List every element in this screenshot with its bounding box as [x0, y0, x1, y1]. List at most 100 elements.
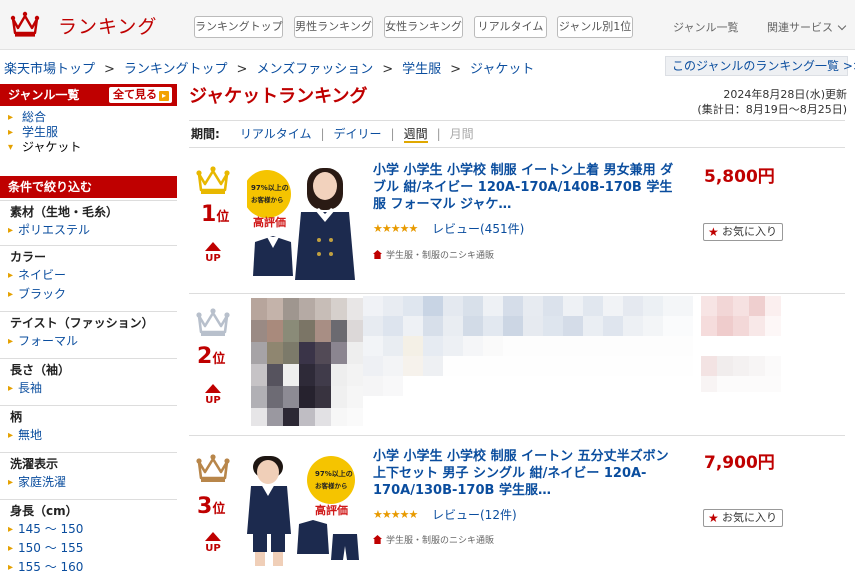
genre-ranking-list-link[interactable]: このジャンルのランキング一覧 >>	[665, 56, 855, 76]
genre-item-school-uniform[interactable]: 学生服	[8, 125, 81, 140]
rank-up-indicator: UP	[203, 532, 223, 554]
period-divider: |	[390, 127, 395, 141]
breadcrumb-rakuten-top[interactable]: 楽天市場トップ	[4, 62, 95, 77]
logo-text[interactable]: ランキング	[58, 12, 157, 39]
shop-house-icon	[373, 250, 382, 259]
trend-label: UP	[205, 543, 221, 554]
trend-label: UP	[205, 395, 221, 406]
breadcrumb-jacket[interactable]: ジャケット	[470, 62, 534, 77]
crown-logo-icon[interactable]	[10, 9, 40, 39]
period-divider: |	[436, 127, 441, 141]
site-header: ランキング ランキングトップ 男性ランキング 女性ランキング リアルタイム ジャ…	[0, 0, 855, 50]
silver-crown-icon	[196, 308, 230, 336]
related-services-label: 関連サービス	[767, 21, 833, 34]
rank-value: 1	[201, 202, 217, 227]
filter-option[interactable]: 無地	[0, 426, 177, 445]
badge-line-2: お客様から	[315, 481, 348, 490]
filter-taste: テイスト（ファッション） フォーマル	[0, 311, 177, 351]
filter-color: カラー ネイビー ブラック	[0, 245, 177, 304]
blurred-price-area	[701, 296, 781, 392]
breadcrumb: 楽天市場トップ > ランキングトップ > メンズファッション > 学生服 > ジャケット	[4, 58, 534, 77]
breadcrumb-separator: >	[450, 62, 462, 77]
shop-house-icon	[373, 535, 382, 544]
badge-line-2: お客様から	[251, 195, 284, 204]
genre-item-jacket[interactable]: ジャケット	[8, 140, 81, 155]
up-arrow-icon	[205, 532, 221, 541]
rank-value: 2	[197, 344, 213, 369]
product-thumbnail[interactable]: 97%以上の お客様から 高評価	[247, 164, 363, 280]
product-image: 97%以上の お客様から 高評価	[247, 450, 363, 566]
filter-sleeve-length: 長さ（袖） 長袖	[0, 358, 177, 398]
filter-option[interactable]: ブラック	[0, 285, 177, 304]
period-weekly[interactable]: 週間	[403, 127, 428, 143]
bronze-crown-icon	[196, 454, 230, 482]
nav-women-ranking[interactable]: 女性ランキング	[384, 16, 463, 38]
filter-title: 長さ（袖）	[10, 363, 71, 377]
ranking-item-2: 2位 UP	[189, 294, 845, 436]
filter-title: 柄	[10, 410, 23, 424]
rank-value: 3	[197, 494, 213, 519]
update-info: 2024年8月28日(水)更新 (集計日：8月19日～8月25日)	[697, 87, 847, 117]
genre-list-header: ジャンル一覧 全て見る ▸	[0, 84, 177, 106]
genre-item-all[interactable]: 総合	[8, 110, 81, 125]
filter-option[interactable]: 150 ～ 155	[0, 539, 177, 558]
filter-option[interactable]: 長袖	[0, 379, 177, 398]
filter-title: 身長（cm）	[10, 504, 78, 518]
arrow-right-icon: ▸	[159, 91, 169, 101]
star-icon: ★	[708, 225, 719, 239]
filter-header: 条件で絞り込む	[0, 176, 177, 198]
filter-option[interactable]: フォーマル	[0, 332, 177, 351]
filter-title: カラー	[10, 250, 47, 264]
product-name[interactable]: 小学 小学生 小学校 制服 イートン 五分丈半ズボン上下セット 男子 シングル …	[373, 448, 678, 499]
nav-realtime[interactable]: リアルタイム	[474, 16, 547, 38]
breadcrumb-ranking-top[interactable]: ランキングトップ	[124, 62, 228, 77]
product-thumbnail-blurred[interactable]	[251, 298, 363, 426]
product-thumbnail[interactable]: 97%以上の お客様から 高評価	[247, 450, 363, 566]
favorite-label: お気に入り	[722, 225, 777, 238]
see-all-button[interactable]: 全て見る ▸	[109, 87, 172, 103]
see-all-label: 全て見る	[113, 88, 157, 101]
rank-number: 1位	[201, 202, 229, 227]
rank-number: 3位	[197, 494, 225, 519]
rank-suffix: 位	[212, 502, 226, 517]
product-price: 7,900円	[704, 453, 775, 473]
nav-genre-first[interactable]: ジャンル別1位	[557, 16, 633, 38]
star-icon: ★	[708, 511, 719, 525]
period-selector: 期間: リアルタイム | デイリー | 週間 | 月間	[189, 120, 845, 148]
gold-crown-icon	[196, 166, 230, 194]
review-count-link[interactable]: レビュー(451件)	[432, 220, 524, 237]
review-count-link[interactable]: レビュー(12件)	[432, 506, 517, 523]
breadcrumb-separator: >	[236, 62, 248, 77]
breadcrumb-separator: >	[104, 62, 115, 77]
product-name[interactable]: 小学 小学生 小学校 制服 イートン上着 男女兼用 ダブル 紺/ネイビー 120…	[373, 162, 678, 213]
nav-ranking-top[interactable]: ランキングトップ	[194, 16, 283, 38]
nav-men-ranking[interactable]: 男性ランキング	[294, 16, 373, 38]
nav-genre-list[interactable]: ジャンル一覧	[673, 19, 738, 35]
filter-pattern: 柄 無地	[0, 405, 177, 445]
badge-big: 高評価	[315, 503, 348, 517]
favorite-label: お気に入り	[722, 511, 777, 524]
shop-name: 学生服・制服のニシキ通販	[386, 251, 495, 261]
filter-option[interactable]: ポリエステル	[0, 221, 177, 240]
rank-up-indicator: UP	[203, 384, 223, 406]
period-realtime[interactable]: リアルタイム	[240, 127, 312, 141]
filter-option[interactable]: 155 ～ 160	[0, 558, 177, 577]
shop-link[interactable]: 学生服・制服のニシキ通販	[373, 248, 494, 261]
breadcrumb-separator: >	[382, 62, 394, 77]
breadcrumb-school-uniform[interactable]: 学生服	[402, 62, 441, 77]
filter-option[interactable]: ネイビー	[0, 266, 177, 285]
rank-up-indicator: UP	[203, 242, 223, 264]
shop-link[interactable]: 学生服・制服のニシキ通販	[373, 533, 494, 546]
rating-stars: ★★★★★	[373, 508, 418, 521]
product-image: 97%以上の お客様から 高評価	[247, 164, 363, 280]
breadcrumb-mens-fashion[interactable]: メンズファッション	[256, 62, 373, 77]
nav-related-services[interactable]: 関連サービス	[767, 19, 847, 35]
add-favorite-button[interactable]: ★ お気に入り	[703, 223, 783, 241]
genre-list: 総合 学生服 ジャケット	[8, 110, 81, 155]
filter-option[interactable]: 家庭洗濯	[0, 473, 177, 492]
filter-option[interactable]: 145 ～ 150	[0, 520, 177, 539]
up-arrow-icon	[205, 384, 221, 393]
period-daily[interactable]: デイリー	[334, 127, 382, 141]
add-favorite-button[interactable]: ★ お気に入り	[703, 509, 783, 527]
filter-height: 身長（cm） 145 ～ 150 150 ～ 155 155 ～ 160	[0, 499, 177, 577]
